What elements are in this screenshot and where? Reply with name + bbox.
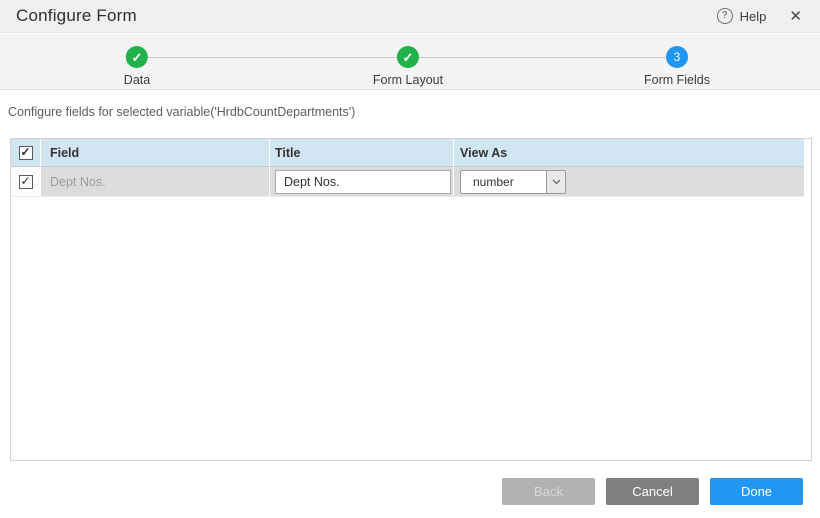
step-number: 3 (674, 51, 681, 63)
configure-form-dialog: Configure Form ? Help ✕ ✓ Data ✓ Form La… (0, 0, 820, 518)
view-as-select[interactable]: number (460, 170, 566, 194)
column-header-title: Title (270, 139, 454, 166)
row-checkbox[interactable]: ✓ (19, 175, 33, 189)
chevron-down-icon (546, 171, 565, 193)
view-as-cell: number (454, 167, 804, 196)
check-icon: ✓ (20, 175, 30, 187)
check-icon: ✓ (20, 146, 30, 158)
header-checkbox-cell: ✓ (11, 139, 41, 166)
field-name: Dept Nos. (50, 175, 106, 189)
titlebar: Configure Form ? Help ✕ (0, 0, 820, 33)
help-label: Help (740, 9, 767, 24)
title-cell (270, 167, 454, 196)
step-label: Form Layout (373, 73, 443, 87)
table-row: ✓ Dept Nos. number (11, 167, 804, 197)
footer-actions: Back Cancel Done (502, 478, 803, 505)
configure-fields-subtitle: Configure fields for selected variable('… (8, 105, 355, 119)
step-data[interactable]: ✓ Data (124, 46, 150, 87)
title-input[interactable] (275, 170, 451, 194)
close-icon[interactable]: ✕ (789, 9, 802, 24)
step-label: Data (124, 73, 150, 87)
wizard-stepper: ✓ Data ✓ Form Layout 3 Form Fields (0, 34, 820, 90)
column-header-field: Field (41, 139, 270, 166)
back-button[interactable]: Back (502, 478, 595, 505)
help-icon: ? (717, 8, 733, 24)
cancel-button[interactable]: Cancel (606, 478, 699, 505)
titlebar-actions: ? Help ✕ (717, 8, 802, 24)
row-checkbox-cell: ✓ (11, 167, 41, 196)
column-header-view-as: View As (454, 139, 804, 166)
step-number-badge: 3 (666, 46, 688, 68)
check-icon: ✓ (403, 51, 414, 64)
table-header-row: ✓ Field Title View As (11, 139, 804, 167)
view-as-selected-value: number (461, 171, 546, 193)
field-cell: Dept Nos. (41, 167, 270, 196)
step-form-layout[interactable]: ✓ Form Layout (373, 46, 443, 87)
step-form-fields[interactable]: 3 Form Fields (644, 46, 710, 87)
fields-table: ✓ Field Title View As ✓ Dept Nos. number (10, 138, 812, 461)
select-all-checkbox[interactable]: ✓ (19, 146, 33, 160)
step-label: Form Fields (644, 73, 710, 87)
step-complete-icon: ✓ (126, 46, 148, 68)
check-icon: ✓ (132, 51, 143, 64)
help-button[interactable]: ? Help (717, 8, 767, 24)
page-title: Configure Form (16, 6, 137, 26)
done-button[interactable]: Done (710, 478, 803, 505)
step-complete-icon: ✓ (397, 46, 419, 68)
